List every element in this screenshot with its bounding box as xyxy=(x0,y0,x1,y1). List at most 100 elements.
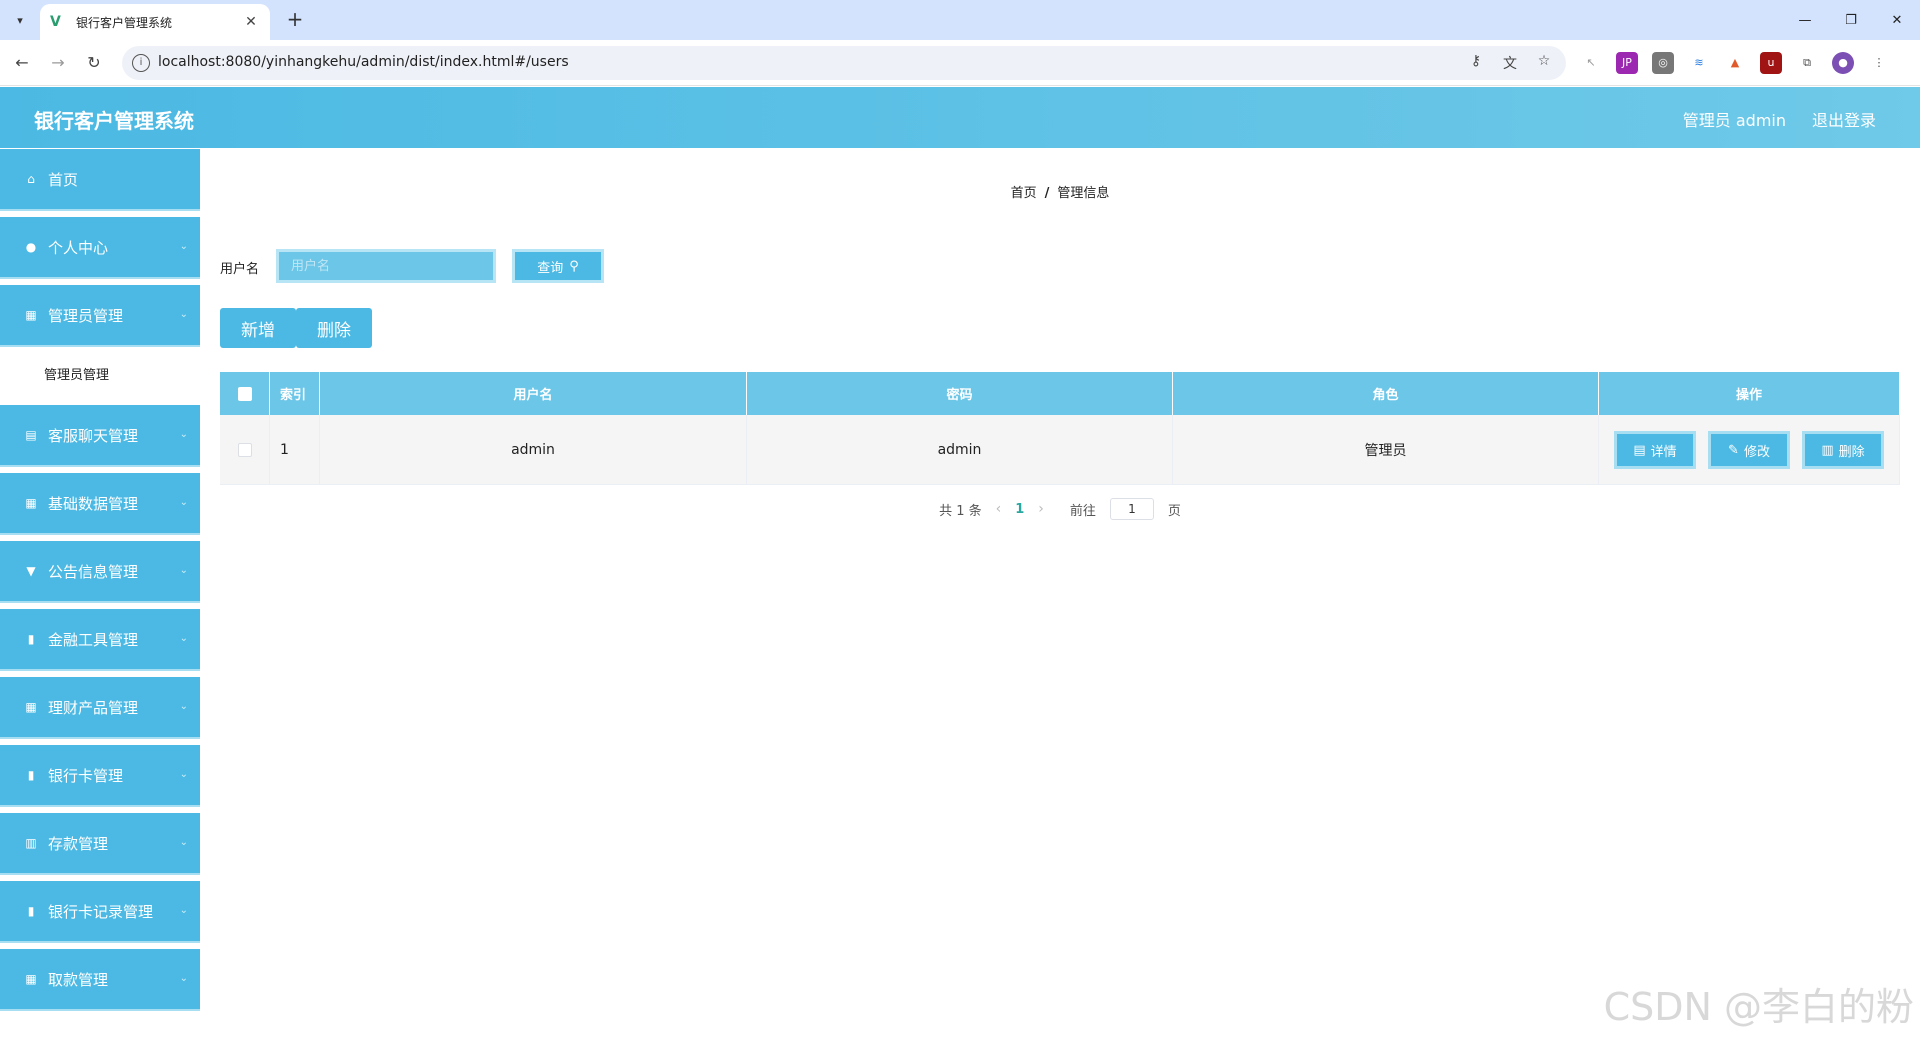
restore-icon[interactable]: ❐ xyxy=(1828,0,1874,40)
bookmark-star-icon[interactable]: ☆ xyxy=(1534,53,1554,73)
sidebar-item-label: 银行卡记录管理 xyxy=(48,902,154,921)
current-user: 管理员 admin xyxy=(1682,111,1786,130)
row-select-cell[interactable] xyxy=(220,415,270,485)
current-page[interactable]: 1 xyxy=(1015,502,1024,517)
tab-title: 银行客户管理系统 xyxy=(76,15,173,30)
reload-icon[interactable]: ↻ xyxy=(82,51,106,75)
sidebar-item-label: 理财产品管理 xyxy=(48,698,139,717)
cell-index: 1 xyxy=(270,415,320,485)
profile-avatar-icon[interactable]: ● xyxy=(1832,52,1854,74)
grid-icon: ▦ xyxy=(25,308,37,322)
ublock-extension-icon[interactable]: u xyxy=(1760,52,1782,74)
sidebar-item-label: 取款管理 xyxy=(48,970,109,989)
table-row: 1 admin admin 管理员 ▤ 详情 ✎ 修改 ▥ 删除 xyxy=(220,415,1900,485)
password-key-icon[interactable]: ⚷ xyxy=(1466,53,1486,73)
extensions-area: ↖ JP ◎ ≋ ▲ u ⧉ ● ⋮ xyxy=(1580,52,1890,74)
new-tab-icon[interactable]: + xyxy=(282,8,308,32)
sidebar-item[interactable]: ● 个人中心 ⌄ xyxy=(0,217,200,279)
user-icon: ● xyxy=(25,240,37,254)
main-content: 首页 / 管理信息 用户名 查询 ⚲ 新增 删除 索引 用户名 密码 角色 操作 1… xyxy=(200,149,1920,1041)
sidebar-item[interactable]: ▼ 公告信息管理 ⌄ xyxy=(0,541,200,603)
tab-search-chevron-icon[interactable]: ▾ xyxy=(8,8,32,32)
delete-button[interactable]: ▥ 删除 xyxy=(1802,431,1884,469)
app-title: 银行客户管理系统 xyxy=(34,109,194,133)
next-page-icon[interactable]: › xyxy=(1038,501,1044,517)
pagination: 共 1 条 ‹ 1 › 前往 1 页 xyxy=(200,498,1920,520)
chevron-down-icon: ⌄ xyxy=(179,633,188,644)
cell-operations: ▤ 详情 ✎ 修改 ▥ 删除 xyxy=(1599,415,1900,485)
puzzle-extensions-icon[interactable]: ⧉ xyxy=(1796,52,1818,74)
sidebar-item[interactable]: ▦ 基础数据管理 ⌄ xyxy=(0,473,200,535)
clipboard-icon: ▮ xyxy=(27,768,35,782)
fire-extension-icon[interactable]: ▲ xyxy=(1724,52,1746,74)
chevron-down-icon: ⌄ xyxy=(179,973,188,984)
search-icon: ⚲ xyxy=(569,258,579,274)
chevron-down-icon: ⌄ xyxy=(179,701,188,712)
breadcrumb-home[interactable]: 首页 xyxy=(1011,186,1037,201)
edit-button[interactable]: ✎ 修改 xyxy=(1708,431,1790,469)
header-index: 索引 xyxy=(270,372,320,415)
app-header: 银行客户管理系统 管理员 admin 退出登录 xyxy=(0,87,1920,148)
close-window-icon[interactable]: ✕ xyxy=(1874,0,1920,40)
jp-extension-icon[interactable]: JP xyxy=(1616,52,1638,74)
address-bar[interactable]: i localhost:8080/yinhangkehu/admin/dist/… xyxy=(122,46,1566,80)
sidebar-item[interactable]: ▦ 取款管理 ⌄ xyxy=(0,949,200,1011)
query-button-label: 查询 xyxy=(537,260,564,276)
back-icon[interactable]: ← xyxy=(10,51,34,75)
site-info-icon[interactable]: i xyxy=(132,54,150,72)
grid-icon: ▦ xyxy=(25,972,37,986)
sidebar-item[interactable]: ▦ 管理员管理 ⌄ xyxy=(0,285,200,347)
row-checkbox[interactable] xyxy=(237,443,252,457)
pagination-total: 共 1 条 xyxy=(939,503,982,519)
add-button[interactable]: 新增 xyxy=(220,308,296,348)
breadcrumb: 首页 / 管理信息 xyxy=(200,182,1920,201)
sidebar-subitem-admin[interactable]: 管理员管理 xyxy=(0,353,200,399)
home-icon: ⌂ xyxy=(27,172,35,186)
chevron-down-icon: ⌄ xyxy=(179,241,188,252)
pencil-icon: ✎ xyxy=(1728,442,1739,458)
sidebar-item-label: 个人中心 xyxy=(48,238,109,257)
query-button[interactable]: 查询 ⚲ xyxy=(512,249,604,283)
chevron-down-icon: ⌄ xyxy=(179,905,188,916)
sidebar: ⌂ 首页 ● 个人中心 ⌄ ▦ 管理员管理 ⌄ 管理员管理 ▤ 客服聊天管理 ⌄ ▦ 基础数据管理 ⌄ ▼ 公告… xyxy=(0,149,200,1041)
grid-icon: ▤ xyxy=(25,428,37,442)
logout-link[interactable]: 退出登录 xyxy=(1812,107,1876,131)
sidebar-item[interactable]: ▮ 银行卡管理 ⌄ xyxy=(0,745,200,807)
url-text[interactable]: localhost:8080/yinhangkehu/admin/dist/in… xyxy=(158,54,569,70)
select-all-checkbox[interactable] xyxy=(237,386,252,401)
header-operations: 操作 xyxy=(1599,372,1900,415)
sidebar-item[interactable]: ▮ 金融工具管理 ⌄ xyxy=(0,609,200,671)
cursor-extension-icon[interactable]: ↖ xyxy=(1580,52,1602,74)
sidebar-item[interactable]: ▦ 理财产品管理 ⌄ xyxy=(0,677,200,739)
grid-icon: ▦ xyxy=(25,496,37,510)
batch-delete-button[interactable]: 删除 xyxy=(296,308,372,348)
chevron-down-icon: ⌄ xyxy=(179,309,188,320)
detail-button[interactable]: ▤ 详情 xyxy=(1614,431,1696,469)
translate-icon[interactable]: 文 xyxy=(1500,53,1520,73)
tab-close-icon[interactable]: ✕ xyxy=(242,14,260,30)
sidebar-item-label: 金融工具管理 xyxy=(48,630,139,649)
goto-page-input[interactable]: 1 xyxy=(1109,498,1154,520)
prev-page-icon[interactable]: ‹ xyxy=(996,501,1002,517)
browser-tab[interactable]: V 银行客户管理系统 ✕ xyxy=(40,4,270,40)
minimize-icon[interactable]: — xyxy=(1782,0,1828,40)
sidebar-item[interactable]: ▮ 银行卡记录管理 ⌄ xyxy=(0,881,200,943)
cell-password: admin xyxy=(747,415,1173,485)
sidebar-item[interactable]: ⌂ 首页 xyxy=(0,149,200,211)
sidebar-item[interactable]: ▤ 客服聊天管理 ⌄ xyxy=(0,405,200,467)
document-icon: ▤ xyxy=(1633,442,1646,458)
chevron-down-icon: ⌄ xyxy=(179,837,188,848)
chevron-down-icon: ⌄ xyxy=(179,497,188,508)
breadcrumb-current: 管理信息 xyxy=(1057,186,1110,201)
header-select-all[interactable] xyxy=(220,372,270,415)
glasses-extension-icon[interactable]: ◎ xyxy=(1652,52,1674,74)
sidebar-item-label: 银行卡管理 xyxy=(48,766,124,785)
kebab-menu-icon[interactable]: ⋮ xyxy=(1868,52,1890,74)
forward-icon[interactable]: → xyxy=(46,51,70,75)
sidebar-item[interactable]: ▥ 存款管理 ⌄ xyxy=(0,813,200,875)
username-search-input[interactable] xyxy=(276,249,496,283)
layers-extension-icon[interactable]: ≋ xyxy=(1688,52,1710,74)
cell-role: 管理员 xyxy=(1173,415,1599,485)
header-password: 密码 xyxy=(747,372,1173,415)
delete-button-label: 删除 xyxy=(1838,444,1865,460)
